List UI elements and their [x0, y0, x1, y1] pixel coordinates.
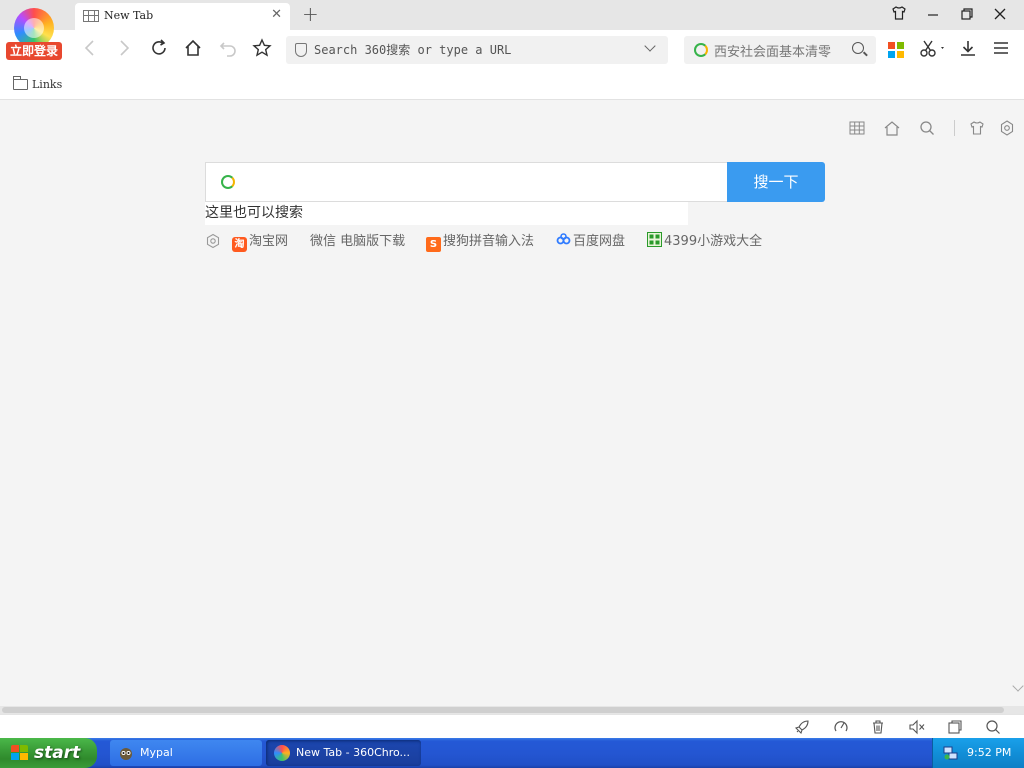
divider: [954, 120, 955, 136]
360-search-icon: [694, 43, 708, 57]
grid-icon[interactable]: [848, 120, 866, 138]
sogou-icon: S: [426, 237, 441, 252]
address-bar[interactable]: [286, 36, 668, 64]
360chrome-icon: [274, 745, 290, 761]
reload-button[interactable]: [147, 38, 171, 62]
quick-link-label: 4399小游戏大全: [664, 234, 763, 249]
restore-button[interactable]: [956, 5, 978, 25]
quick-link-label: 百度网盘: [573, 234, 626, 249]
menu-button[interactable]: [989, 38, 1013, 62]
url-input[interactable]: [314, 40, 634, 60]
taskbar-item-label: Mypal: [140, 746, 173, 759]
quick-link-4399[interactable]: 4399小游戏大全: [647, 232, 762, 252]
quick-link-label: 微信 电脑版下载: [310, 234, 406, 249]
scrollbar-thumb[interactable]: [2, 707, 1004, 713]
network-icon[interactable]: [943, 745, 959, 761]
quick-link-sogou[interactable]: S 搜狗拼音输入法: [426, 232, 534, 252]
4399-icon: [647, 232, 662, 247]
skin-icon[interactable]: [888, 5, 910, 25]
baidu-netdisk-icon: [556, 232, 571, 247]
speed-meter-icon[interactable]: [832, 719, 850, 737]
taskbar-item-new-tab[interactable]: New Tab - 360Chro...: [266, 740, 421, 766]
start-label: start: [34, 743, 81, 763]
bookmarks-bar: Links: [0, 70, 1024, 100]
windows-flag-icon: [11, 745, 29, 761]
horizontal-scrollbar[interactable]: [0, 706, 1024, 714]
quick-links-settings-icon[interactable]: [205, 233, 221, 249]
quick-link-taobao[interactable]: 淘淘宝网: [232, 232, 288, 252]
search-icon[interactable]: [984, 719, 1002, 737]
skin-icon[interactable]: [968, 120, 986, 138]
title-bar: New Tab ✕ +: [0, 0, 1024, 30]
folder-icon: [13, 76, 28, 90]
clock[interactable]: 9:52 PM: [967, 738, 1011, 768]
toolbar: 西安社会面基本清零: [0, 30, 1024, 70]
search-box[interactable]: 西安社会面基本清零: [684, 36, 876, 64]
search-icon[interactable]: [852, 42, 864, 54]
back-button[interactable]: [78, 38, 102, 62]
search-hint[interactable]: 这里也可以搜索: [205, 202, 688, 225]
search-box-text[interactable]: 西安社会面基本清零: [714, 41, 844, 60]
main-search-field[interactable]: [205, 162, 727, 202]
bookmark-links[interactable]: Links: [32, 78, 62, 91]
taskbar: start Mypal New Tab - 360Chro... 9:52 PM: [0, 738, 1024, 768]
taobao-icon: 淘: [232, 237, 247, 252]
quick-link-baidu-netdisk[interactable]: 百度网盘: [556, 232, 625, 252]
quick-link-label: 淘宝网: [249, 234, 289, 249]
taskbar-item-label: New Tab - 360Chro...: [296, 746, 411, 759]
apps-grid-icon[interactable]: [888, 42, 904, 58]
bookmark-star-button[interactable]: [250, 38, 274, 62]
search-button[interactable]: 搜一下: [727, 162, 825, 202]
download-button[interactable]: [956, 38, 980, 62]
security-shield-icon[interactable]: [295, 43, 307, 57]
home-button[interactable]: [181, 38, 205, 62]
settings-gear-icon[interactable]: [998, 120, 1016, 138]
system-tray: 9:52 PM: [932, 738, 1024, 768]
taskbar-item-mypal[interactable]: Mypal: [110, 740, 262, 766]
360-search-icon: [221, 175, 235, 189]
rocket-accelerate-icon[interactable]: [793, 719, 811, 737]
login-badge[interactable]: 立即登录: [6, 42, 62, 60]
browser-logo[interactable]: 立即登录: [6, 6, 62, 64]
screenshot-scissors-button[interactable]: [918, 38, 948, 62]
chevron-down-icon[interactable]: [644, 40, 656, 52]
undo-close-tab-button[interactable]: [216, 38, 240, 62]
scroll-down-arrow-icon[interactable]: [1012, 680, 1024, 692]
close-window-button[interactable]: [989, 5, 1011, 25]
start-button[interactable]: start: [0, 738, 97, 768]
forward-button[interactable]: [112, 38, 136, 62]
trash-icon[interactable]: [869, 719, 887, 737]
status-bar: [0, 714, 1024, 740]
window-icon[interactable]: [946, 719, 964, 737]
quick-link-wechat[interactable]: 微信 电脑版下载: [310, 232, 405, 252]
mute-icon[interactable]: [908, 719, 926, 737]
quick-link-label: 搜狗拼音输入法: [443, 234, 535, 249]
close-tab-icon[interactable]: ✕: [271, 7, 282, 22]
minimize-button[interactable]: [922, 5, 944, 25]
tab-title: New Tab: [104, 9, 154, 22]
search-icon[interactable]: [918, 120, 936, 138]
main-search: 搜一下: [205, 162, 825, 202]
new-tab-page: 搜一下 这里也可以搜索 淘淘宝网 微信 电脑版下载 S 搜狗拼音输入法 百度网盘 …: [0, 100, 1024, 706]
home-icon[interactable]: [883, 120, 901, 138]
main-search-input[interactable]: [246, 171, 716, 195]
new-tab-page-icon: [83, 10, 99, 22]
tab-new-tab[interactable]: New Tab ✕: [75, 3, 290, 30]
mypal-icon: [118, 745, 134, 761]
new-tab-button[interactable]: +: [302, 2, 319, 26]
